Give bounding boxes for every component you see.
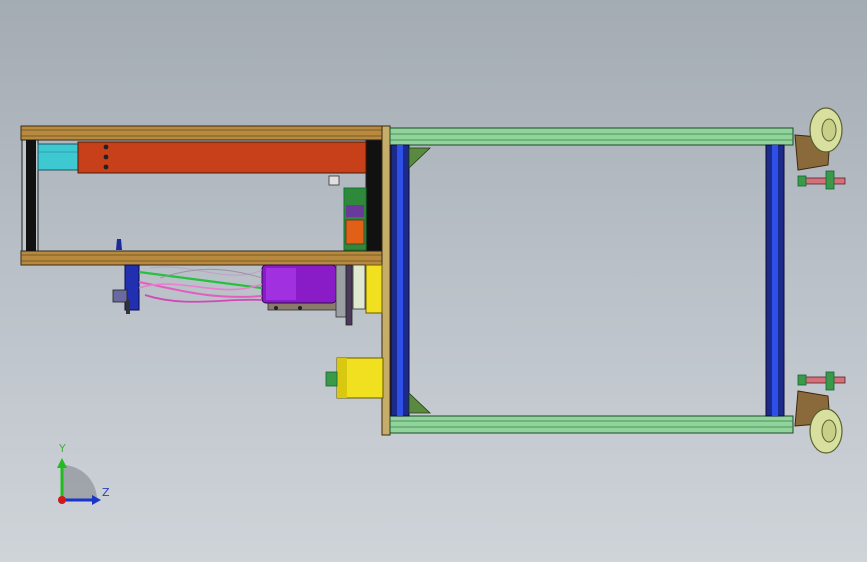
yellow-drive-unit: [325, 357, 384, 399]
right-frame-bottom-rail: [389, 415, 794, 434]
axis-y-label: Y: [59, 442, 66, 455]
right-frame-top-rail: [389, 127, 794, 146]
axis-x-dot: [58, 496, 66, 504]
motor-assembly: [112, 264, 383, 326]
left-frame-assembly: [20, 125, 387, 266]
cad-model-view: [20, 107, 846, 505]
yellow-gearbox: [365, 264, 383, 314]
left-frame-right-post: [365, 139, 383, 252]
right-frame-assembly: [389, 127, 794, 434]
caster-top: [794, 107, 846, 190]
triad-quarter-disc: [62, 465, 97, 500]
axis-triad: [57, 458, 101, 505]
left-frame-bottom-beam: [20, 250, 387, 266]
left-frame-top-beam: [20, 125, 387, 141]
caster-bottom: [794, 371, 846, 454]
cad-viewport[interactable]: Y Z: [0, 0, 867, 562]
cyan-block: [37, 143, 79, 171]
orange-plate: [77, 141, 367, 174]
axis-z-label: Z: [102, 486, 110, 499]
